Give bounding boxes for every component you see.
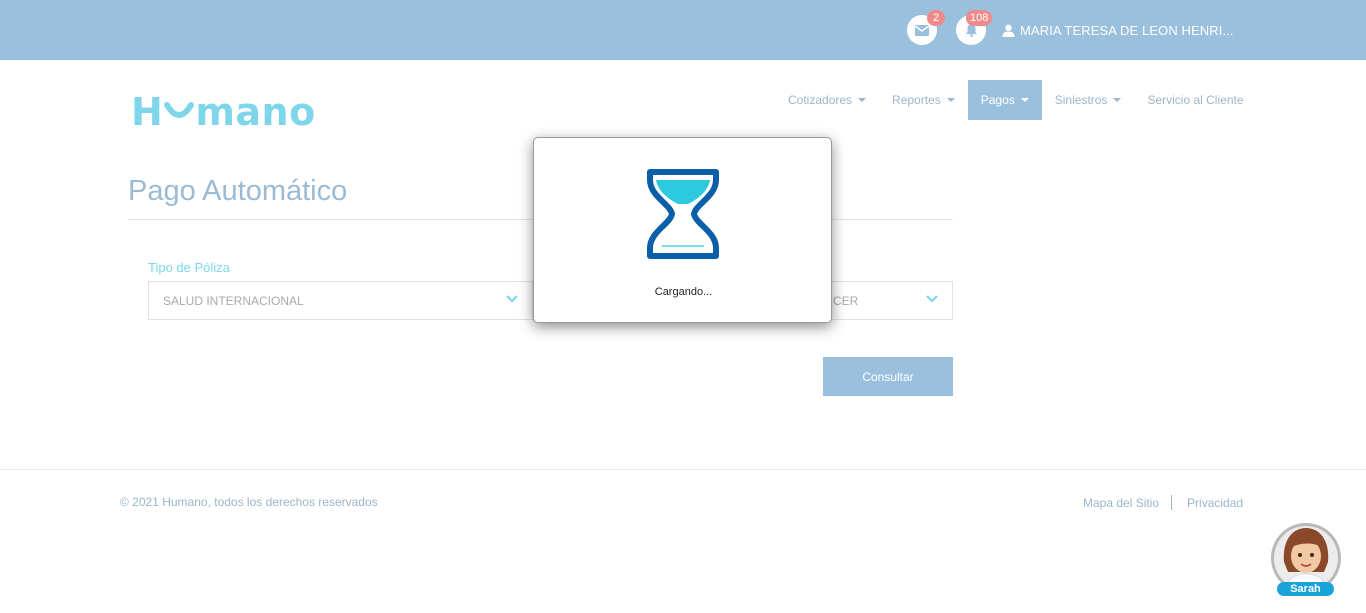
hourglass-icon	[647, 169, 719, 259]
assistant-name-badge[interactable]: Sarah	[1277, 582, 1334, 596]
loading-modal: Cargando...	[533, 137, 832, 323]
loading-text: Cargando...	[654, 286, 713, 298]
